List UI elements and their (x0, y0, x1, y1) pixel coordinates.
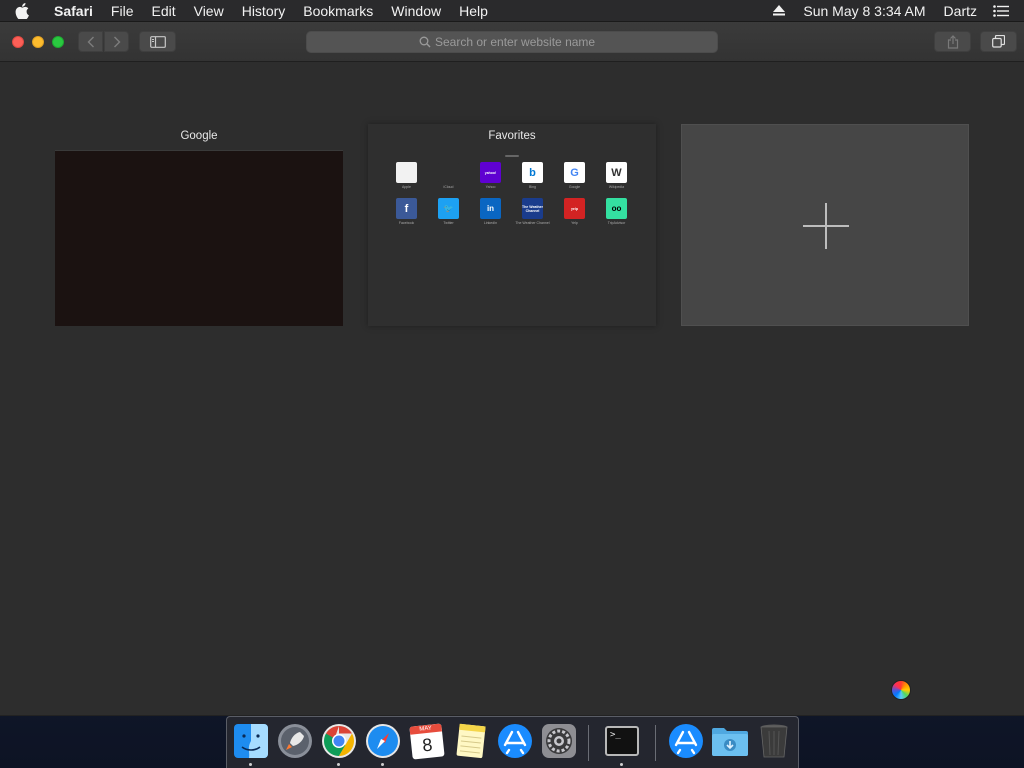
running-indicator (249, 763, 252, 766)
running-indicator (381, 763, 384, 766)
color-wheel-icon (891, 680, 911, 700)
chevron-left-icon (87, 36, 94, 47)
trash-icon[interactable] (755, 722, 793, 760)
menu-bar: Safari File Edit View History Bookmarks … (0, 0, 1024, 22)
system-preferences-icon[interactable] (540, 722, 578, 760)
chevron-right-icon (113, 36, 120, 47)
search-icon (419, 36, 431, 48)
favorite-label: Google (568, 185, 581, 189)
eject-icon[interactable] (764, 0, 794, 22)
favorite-label: TripAdvisor (607, 221, 626, 225)
calendar-icon[interactable]: MAY 8 (408, 722, 446, 760)
menu-user[interactable]: Dartz (935, 0, 986, 22)
back-button[interactable] (78, 31, 103, 52)
safari-window: Google Favorites Apple iCloud yahoo! Yaho… (0, 22, 1024, 716)
calendar-day: 8 (421, 734, 434, 755)
new-tab-button[interactable] (681, 124, 969, 326)
safari-icon[interactable] (364, 722, 402, 760)
yahoo-icon: yahoo! (480, 162, 501, 183)
launchpad-icon[interactable] (276, 722, 314, 760)
menu-file[interactable]: File (102, 0, 143, 22)
dock-separator (655, 725, 656, 761)
favorite-twitter[interactable]: 🐦 Twitter (438, 198, 459, 225)
running-indicator (620, 763, 623, 766)
terminal-icon[interactable]: >_ (603, 722, 641, 760)
address-input[interactable] (435, 35, 605, 49)
share-button[interactable] (934, 31, 971, 52)
yelp-icon: yelp (564, 198, 585, 219)
favorite-bing[interactable]: b Bing (522, 162, 543, 189)
tab-card-favorites[interactable]: Favorites Apple iCloud yahoo! Yahoo b Bing… (368, 124, 656, 326)
favorite-label: Apple (402, 185, 411, 189)
favorite-weather-channel[interactable]: The Weather Channel The Weather Channel (515, 198, 550, 225)
notes-icon[interactable] (452, 722, 490, 760)
menu-help[interactable]: Help (450, 0, 497, 22)
bing-icon: b (522, 162, 543, 183)
app-store-icon[interactable] (496, 722, 534, 760)
favorite-yahoo[interactable]: yahoo! Yahoo (480, 162, 501, 189)
facebook-icon: f (396, 198, 417, 219)
terminal-prompt: >_ (605, 726, 639, 756)
favorites-handle (505, 155, 519, 157)
favorite-tripadvisor[interactable]: oo TripAdvisor (606, 198, 627, 225)
tab-overview-button[interactable] (980, 31, 1017, 52)
linkedin-icon: in (480, 198, 501, 219)
menu-bookmarks[interactable]: Bookmarks (294, 0, 382, 22)
apple-icon (396, 162, 417, 183)
tab-thumbnail[interactable] (55, 150, 343, 326)
address-bar[interactable] (306, 31, 718, 53)
favorite-label: Wikipedia (608, 185, 625, 189)
menu-view[interactable]: View (185, 0, 233, 22)
favorite-icloud[interactable]: iCloud (438, 162, 459, 189)
downloads-folder-icon[interactable] (711, 722, 749, 760)
running-indicator (337, 763, 340, 766)
apple-menu-icon[interactable] (0, 0, 44, 22)
menu-window[interactable]: Window (382, 0, 450, 22)
google-icon: G (564, 162, 585, 183)
favorite-label: Twitter (443, 221, 454, 225)
favorite-label: LinkedIn (483, 221, 498, 225)
dock-separator (588, 725, 589, 761)
favorite-label: Yelp (571, 221, 578, 225)
menu-clock[interactable]: Sun May 8 3:34 AM (794, 0, 934, 22)
favorite-label: Facebook (398, 221, 415, 225)
menu-history[interactable]: History (233, 0, 295, 22)
sidebar-icon (149, 35, 166, 48)
apple-icon (438, 162, 459, 183)
dock: MAY 8 >_ (226, 716, 799, 768)
favorite-linkedin[interactable]: in LinkedIn (480, 198, 501, 225)
favorite-apple[interactable]: Apple (396, 162, 417, 189)
notification-center-icon[interactable] (986, 0, 1016, 22)
tab-card-title: Favorites (488, 130, 536, 142)
menu-edit[interactable]: Edit (142, 0, 184, 22)
close-window-button[interactable] (12, 36, 24, 48)
favorite-yelp[interactable]: yelp Yelp (564, 198, 585, 225)
minimize-window-button[interactable] (32, 36, 44, 48)
weather-channel-icon: The Weather Channel (522, 198, 543, 219)
tab-card-google[interactable]: Google (55, 124, 343, 326)
favorite-label: iCloud (443, 185, 454, 189)
tab-card-title: Google (180, 130, 218, 142)
show-sidebar-button[interactable] (139, 31, 176, 52)
finder-icon[interactable] (232, 722, 270, 760)
plus-icon (803, 203, 849, 249)
forward-button[interactable] (104, 31, 129, 52)
favorite-google[interactable]: G Google (564, 162, 585, 189)
fullscreen-window-button[interactable] (52, 36, 64, 48)
favorite-label: The Weather Channel (515, 221, 550, 225)
favorite-wikipedia[interactable]: W Wikipedia (606, 162, 627, 189)
favorite-facebook[interactable]: f Facebook (396, 198, 417, 225)
share-icon (947, 34, 958, 49)
safari-toolbar (0, 22, 1024, 62)
menu-app-name[interactable]: Safari (44, 0, 102, 22)
chrome-icon[interactable] (320, 722, 358, 760)
tripadvisor-icon: oo (606, 198, 627, 219)
tabs-icon (992, 35, 1005, 48)
favorites-grid: Apple iCloud yahoo! Yahoo b Bing G Google W… (396, 162, 628, 225)
app-store-icon[interactable] (667, 722, 705, 760)
twitter-icon: 🐦 (438, 198, 459, 219)
favorite-label: Bing (528, 185, 536, 189)
wikipedia-icon: W (606, 162, 627, 183)
favorite-label: Yahoo (485, 185, 496, 189)
